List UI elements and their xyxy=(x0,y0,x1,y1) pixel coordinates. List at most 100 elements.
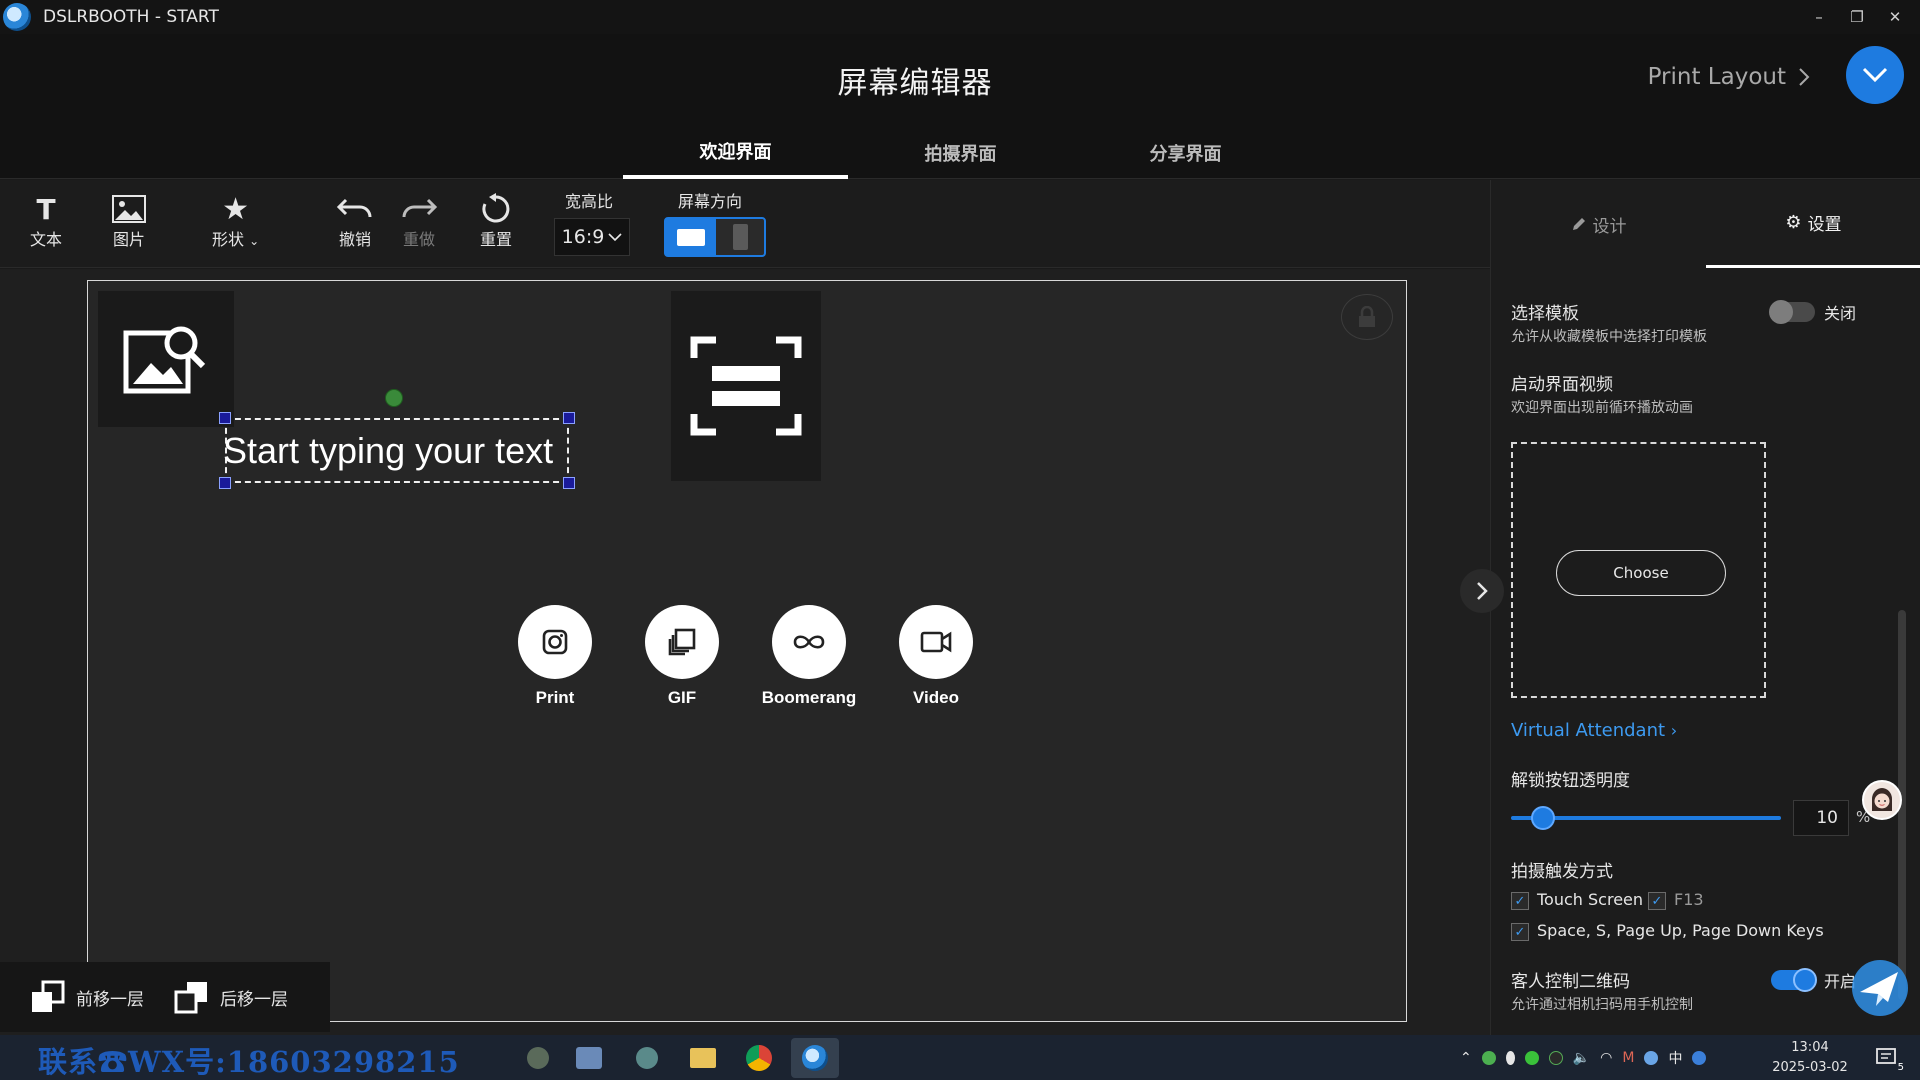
choose-button[interactable]: Choose xyxy=(1556,550,1726,596)
image-placeholder[interactable] xyxy=(98,291,234,427)
opacity-input[interactable]: 10 xyxy=(1793,800,1849,836)
screen-canvas[interactable]: Start typing your text Print GIF Boomera… xyxy=(87,280,1407,1022)
close-button[interactable]: ✕ xyxy=(1876,0,1914,34)
text-element-content[interactable]: Start typing your text xyxy=(223,430,553,472)
print-mode-button[interactable]: Print xyxy=(518,605,592,708)
resize-handle-bottom-left[interactable] xyxy=(219,477,231,489)
taskbar-app-chrome[interactable] xyxy=(735,1038,783,1078)
panel-expand-button[interactable] xyxy=(1460,569,1504,613)
reset-label: 重置 xyxy=(480,230,513,249)
wifi-icon[interactable]: ◠ xyxy=(1600,1050,1612,1066)
usb-icon[interactable] xyxy=(1505,1050,1515,1065)
tab-settings[interactable]: ⚙ 设置 xyxy=(1706,180,1920,268)
chevron-right-icon xyxy=(1799,68,1810,86)
calendar-icon xyxy=(576,1047,602,1069)
f13-label: F13 xyxy=(1674,890,1704,909)
virtual-attendant-label: Virtual Attendant xyxy=(1511,720,1666,741)
resize-handle-top-left[interactable] xyxy=(219,412,231,424)
taskbar-app-generic[interactable] xyxy=(514,1038,562,1078)
taskbar-app-settings[interactable] xyxy=(623,1038,671,1078)
floating-assistant-bird-icon[interactable] xyxy=(1850,958,1910,1018)
panel-tabs: 设计 ⚙ 设置 xyxy=(1491,180,1920,268)
page-title: 屏幕编辑器 xyxy=(837,66,993,101)
notification-button[interactable]: 5 xyxy=(1872,1043,1904,1073)
text-tool[interactable]: T 文本 xyxy=(30,192,62,250)
system-clock[interactable]: 13:04 2025-03-02 xyxy=(1770,1038,1850,1078)
video-mode-label: Video xyxy=(913,688,959,707)
star-icon: ★ xyxy=(222,191,250,227)
assistant-avatar[interactable] xyxy=(1862,780,1902,820)
nvidia-icon[interactable] xyxy=(1548,1050,1563,1065)
trigger-title: 拍摄触发方式 xyxy=(1511,862,1613,882)
landscape-option[interactable] xyxy=(666,219,716,255)
touch-screen-checkbox[interactable]: ✓ xyxy=(1511,892,1529,910)
bring-forward-button[interactable]: 前移一层 xyxy=(30,980,144,1014)
image-tool-label: 图片 xyxy=(112,230,145,249)
taskbar-app-calendar[interactable] xyxy=(565,1038,613,1078)
tab-share[interactable]: 分享界面 xyxy=(1073,126,1298,179)
tab-welcome[interactable]: 欢迎界面 xyxy=(623,126,848,179)
aspect-ratio-value: 16:9 xyxy=(561,226,605,248)
editor-toolbar: T 文本 图片 ★ 形状 ⌄ 撤销 重做 重置 宽高比 16:9 屏幕方向 xyxy=(0,180,1490,268)
portrait-icon xyxy=(732,224,748,250)
unlock-button[interactable] xyxy=(1341,294,1393,340)
chevron-up-icon[interactable]: ⌃ xyxy=(1460,1050,1472,1066)
app-icon xyxy=(527,1047,549,1069)
aspect-ratio-select[interactable]: 16:9 xyxy=(554,218,630,256)
title-bar: DSLRBOOTH - START – ❐ ✕ xyxy=(0,0,1920,34)
tray-app-icon[interactable] xyxy=(1481,1050,1496,1065)
portrait-option[interactable] xyxy=(716,219,764,255)
send-backward-button[interactable]: 后移一层 xyxy=(174,980,288,1014)
boomerang-mode-label: Boomerang xyxy=(761,688,857,707)
minimize-button[interactable]: – xyxy=(1800,0,1838,34)
settings-app-icon xyxy=(636,1047,658,1069)
mail-icon[interactable]: M xyxy=(1622,1050,1634,1066)
input-method-icon[interactable] xyxy=(1692,1050,1707,1065)
editor-header: 屏幕编辑器 Print Layout 欢迎界面 拍摄界面 分享界面 xyxy=(0,34,1920,179)
print-layout-label: Print Layout xyxy=(1647,64,1786,90)
reset-button[interactable]: 重置 xyxy=(480,192,512,250)
gif-mode-button[interactable]: GIF xyxy=(645,605,719,708)
taskbar-app-explorer[interactable] xyxy=(679,1038,727,1078)
redo-button[interactable]: 重做 xyxy=(400,192,438,250)
virtual-attendant-link[interactable]: Virtual Attendant › xyxy=(1511,720,1677,741)
keys-checkbox[interactable]: ✓ xyxy=(1511,923,1529,941)
text-icon: T xyxy=(36,192,56,226)
resize-handle-top-right[interactable] xyxy=(563,412,575,424)
screen-tabs: 欢迎界面 拍摄界面 分享界面 xyxy=(623,126,1298,179)
tab-design[interactable]: 设计 xyxy=(1491,180,1706,268)
opacity-slider-knob[interactable] xyxy=(1531,806,1555,830)
editor-workspace: Start typing your text Print GIF Boomera… xyxy=(0,269,1504,1035)
network-icon[interactable] xyxy=(1644,1050,1659,1065)
template-toggle[interactable] xyxy=(1769,300,1815,324)
scan-icon xyxy=(690,336,802,436)
video-drop-zone[interactable]: Choose xyxy=(1511,442,1766,698)
image-tool[interactable]: 图片 xyxy=(111,192,147,250)
clock-time: 13:04 xyxy=(1791,1040,1829,1055)
undo-button[interactable]: 撤销 xyxy=(336,192,374,250)
aspect-ratio-label: 宽高比 xyxy=(565,192,614,211)
resize-handle-bottom-right[interactable] xyxy=(563,477,575,489)
guest-qr-title: 客人控制二维码 xyxy=(1511,972,1630,992)
text-element[interactable]: Start typing your text xyxy=(219,412,575,489)
collapse-button[interactable] xyxy=(1846,46,1904,104)
notification-icon xyxy=(1876,1048,1896,1064)
speaker-icon[interactable]: 🔈 xyxy=(1573,1050,1590,1066)
taskbar-app-dslrbooth[interactable] xyxy=(791,1038,839,1078)
print-layout-link[interactable]: Print Layout xyxy=(1648,64,1810,90)
folder-icon xyxy=(690,1048,716,1068)
f13-checkbox[interactable]: ✓ xyxy=(1648,892,1666,910)
chevron-down-icon xyxy=(1862,67,1888,83)
ime-indicator[interactable]: 中 xyxy=(1668,1048,1682,1068)
wechat-icon[interactable] xyxy=(1524,1050,1539,1065)
guest-qr-toggle[interactable] xyxy=(1771,968,1817,992)
scan-frame-element[interactable] xyxy=(671,291,821,481)
boomerang-mode-button[interactable]: Boomerang xyxy=(762,605,856,708)
system-tray: ⌃ 🔈 ◠ M 中 xyxy=(1460,1035,1707,1080)
shape-tool[interactable]: ★ 形状 ⌄ xyxy=(212,192,259,250)
video-mode-button[interactable]: Video xyxy=(899,605,973,708)
tab-capture[interactable]: 拍摄界面 xyxy=(848,126,1073,179)
rotate-handle[interactable] xyxy=(385,389,403,407)
restore-button[interactable]: ❐ xyxy=(1838,0,1876,34)
contact-watermark: 联系☎WX号:18603298215 xyxy=(38,1045,460,1079)
